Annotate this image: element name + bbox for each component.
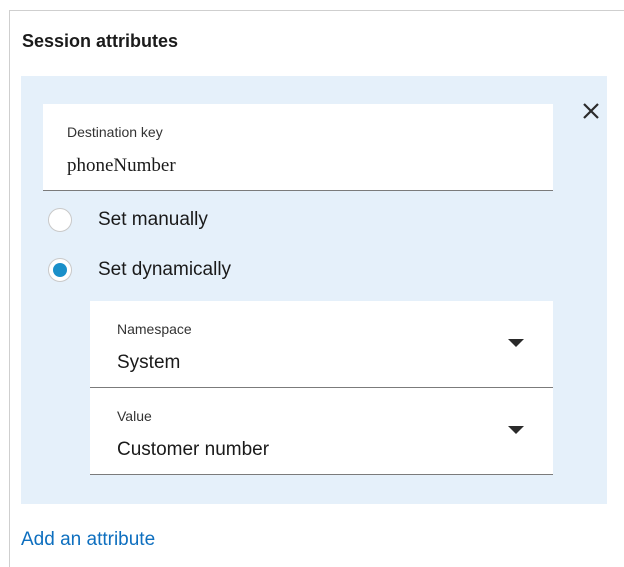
value-select[interactable]: Value Customer number: [90, 388, 553, 475]
destination-key-value[interactable]: phoneNumber: [67, 155, 176, 177]
panel-title: Session attributes: [22, 31, 179, 51]
destination-key-field[interactable]: Destination key phoneNumber: [43, 104, 553, 191]
namespace-select[interactable]: Namespace System: [90, 301, 553, 388]
value-value: Customer number: [117, 439, 270, 460]
set-dynamically-option[interactable]: Set dynamically: [48, 258, 231, 282]
destination-key-label: Destination key: [67, 124, 163, 140]
chevron-down-icon[interactable]: [508, 426, 524, 434]
namespace-value: System: [117, 352, 181, 373]
chevron-down-icon[interactable]: [508, 339, 524, 347]
set-manually-label: Set manually: [98, 209, 208, 230]
radio-selected-dot: [53, 263, 67, 277]
remove-attribute-button[interactable]: [577, 97, 605, 125]
set-dynamically-label: Set dynamically: [98, 259, 232, 280]
set-manually-option[interactable]: Set manually: [48, 208, 208, 232]
add-attribute-link[interactable]: Add an attribute: [21, 529, 155, 551]
namespace-label: Namespace: [117, 321, 192, 337]
set-manually-radio[interactable]: [48, 208, 72, 232]
close-icon: [583, 103, 599, 119]
value-label: Value: [117, 408, 152, 424]
set-dynamically-radio[interactable]: [48, 258, 72, 282]
